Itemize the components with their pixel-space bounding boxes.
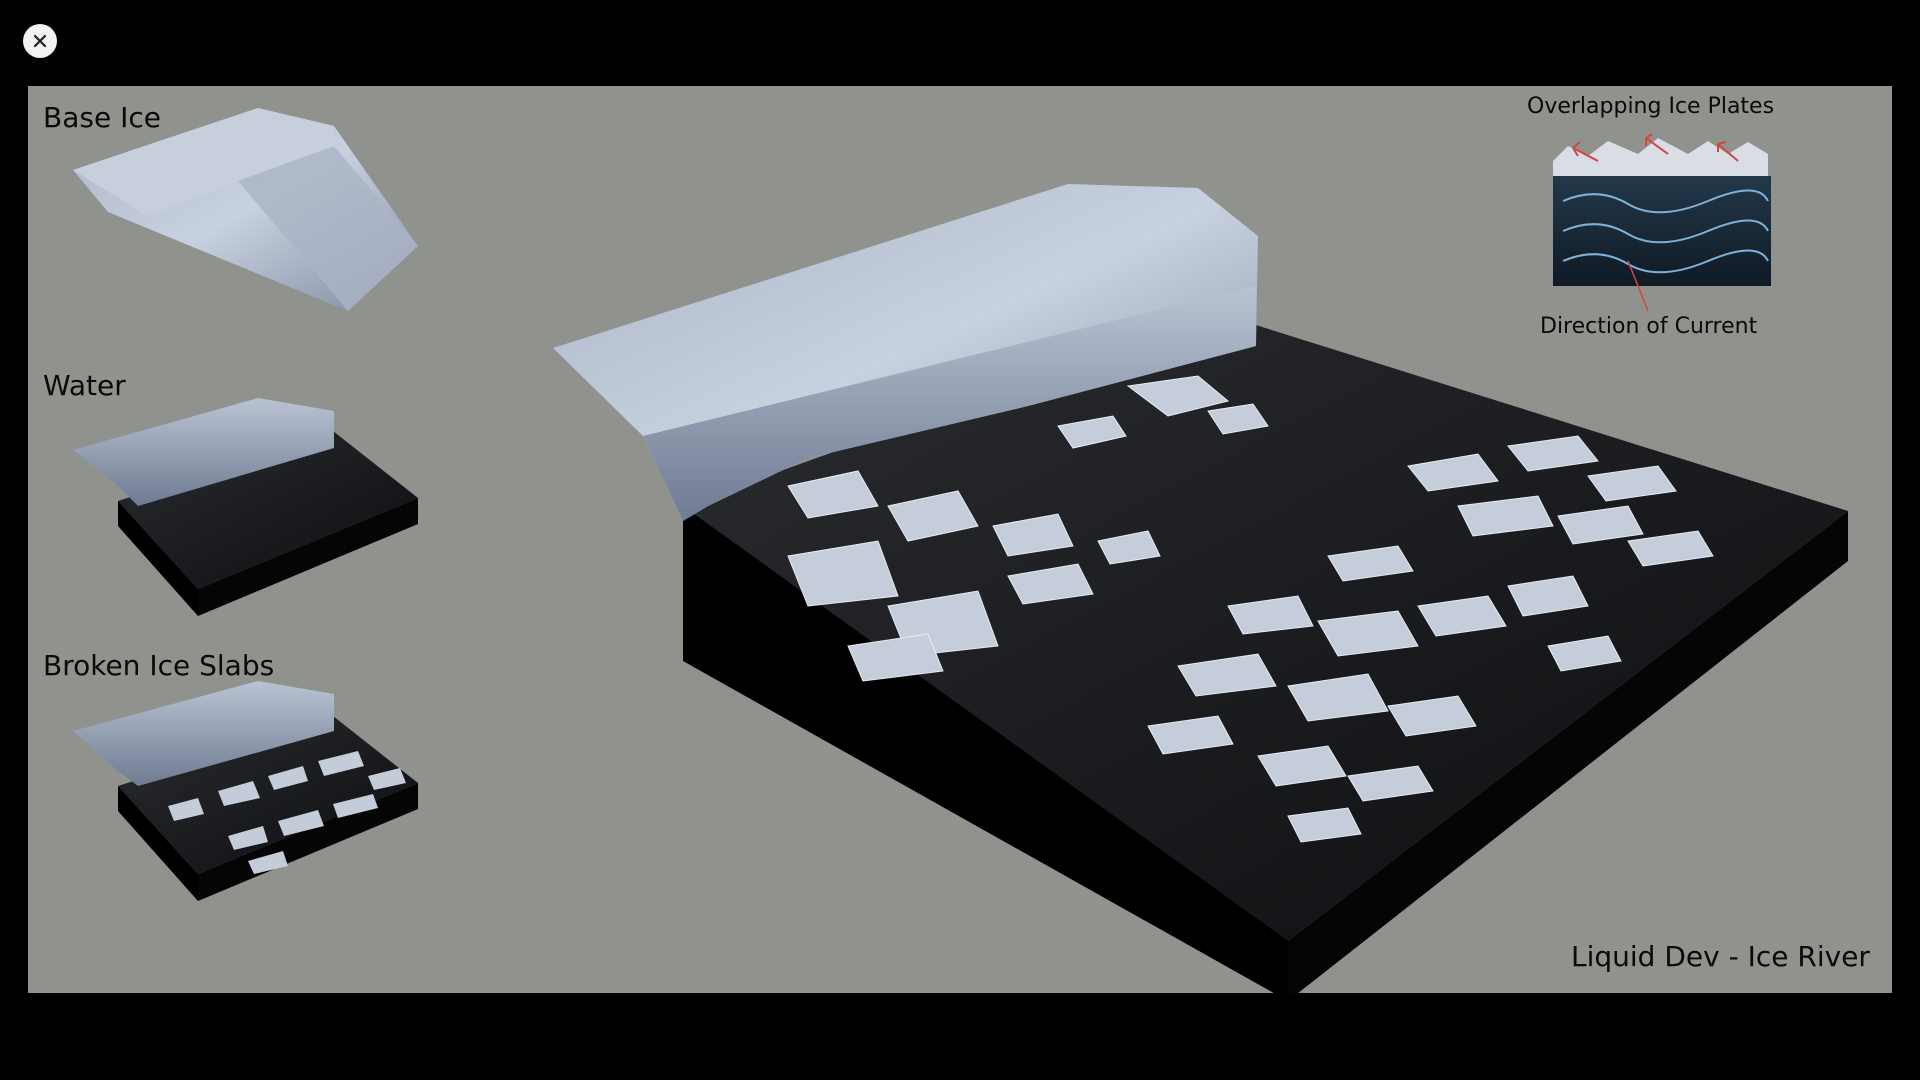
close-button[interactable] [23,24,57,58]
label-direction-of-current: Direction of Current [1540,314,1758,339]
water-tile [73,398,418,616]
base-ice-tile [73,108,418,311]
main-ice-river-scene [553,184,1848,993]
label-broken-ice-slabs: Broken Ice Slabs [43,649,275,682]
slide-credit: Liquid Dev - Ice River [1571,940,1870,973]
label-base-ice: Base Ice [43,101,161,134]
current-diagram [1553,133,1771,312]
label-water: Water [43,369,126,402]
broken-ice-tile [73,681,418,901]
label-overlapping-ice-plates: Overlapping Ice Plates [1527,94,1775,119]
slide-image: Base Ice Water Broken Ice Slabs Overlapp… [28,86,1892,993]
ice-river-illustration [73,108,1848,993]
close-icon [33,34,47,48]
